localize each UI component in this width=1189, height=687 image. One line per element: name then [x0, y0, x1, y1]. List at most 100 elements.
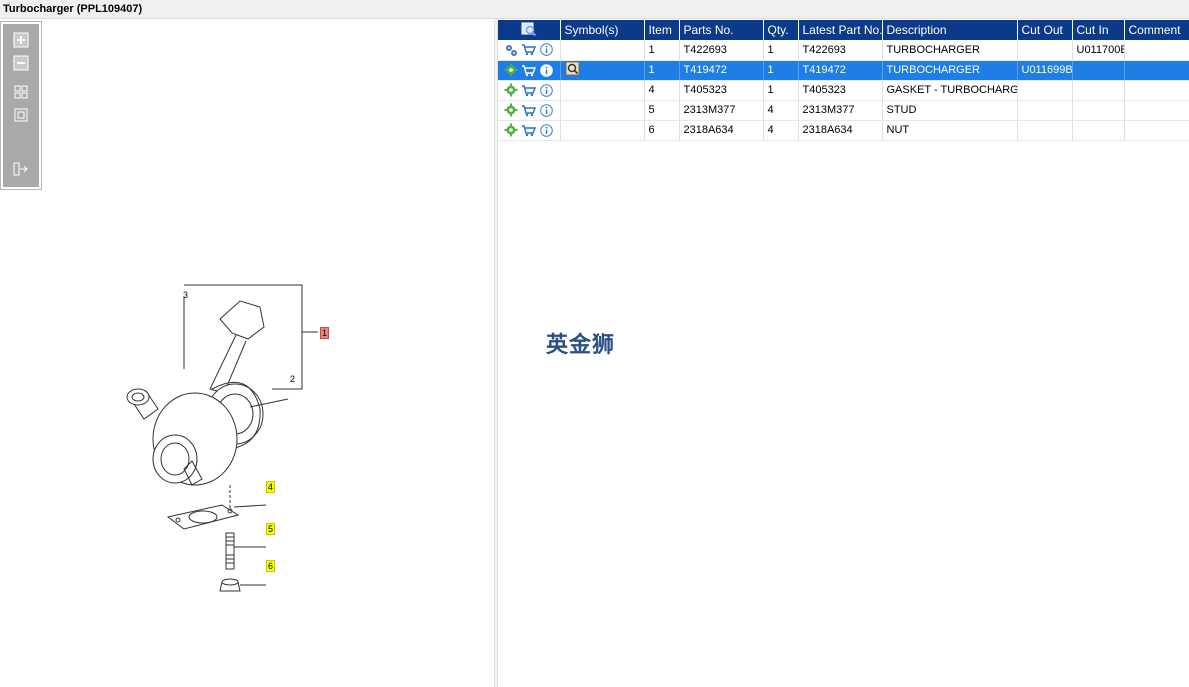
column-qty[interactable]: Qty.: [763, 20, 799, 40]
cell-latest-part-no: 2318A634: [798, 120, 883, 141]
cart-icon[interactable]: [521, 63, 536, 77]
cell-cut-in: U011700E: [1072, 40, 1125, 61]
cell-symbols: [560, 100, 645, 121]
cart-icon[interactable]: [521, 103, 536, 117]
cell-qty: 4: [763, 120, 799, 141]
cell-cut-in: [1072, 120, 1125, 141]
cell-parts-no: 2313M377: [679, 100, 764, 121]
gear-icon[interactable]: [503, 123, 518, 137]
cell-cut-out: [1017, 80, 1073, 101]
fit-window-button[interactable]: [12, 106, 30, 124]
gears-icon[interactable]: [503, 43, 518, 57]
fit-all-button[interactable]: [12, 83, 30, 101]
zoom-out-button[interactable]: [12, 54, 30, 72]
callout-4[interactable]: 4: [266, 481, 276, 493]
cell-description: TURBOCHARGER: [882, 60, 1018, 81]
cell-latest-part-no: T405323: [798, 80, 883, 101]
info-icon[interactable]: [539, 63, 554, 77]
zoom-in-button[interactable]: [12, 31, 30, 49]
cell-item: 1: [644, 60, 680, 81]
table-row[interactable]: 4 T405323 1 T405323 GASKET - TURBOCHARGE…: [498, 80, 1189, 101]
cell-comment: [1124, 80, 1189, 101]
column-parts-no[interactable]: Parts No.: [679, 20, 764, 40]
cell-comment: [1124, 120, 1189, 141]
cell-item: 6: [644, 120, 680, 141]
cell-symbols: [560, 40, 645, 61]
cell-comment: [1124, 100, 1189, 121]
callout-6[interactable]: 6: [266, 560, 276, 572]
view-details-icon: [521, 22, 536, 36]
column-cut-in[interactable]: Cut In: [1072, 20, 1125, 40]
cell-qty: 1: [763, 40, 799, 61]
fit-all-icon: [14, 85, 28, 99]
gear-icon[interactable]: [503, 103, 518, 117]
cell-cut-in: [1072, 100, 1125, 121]
callout-5[interactable]: 5: [266, 523, 276, 535]
callout-3[interactable]: 3: [182, 290, 189, 300]
cell-cut-out: [1017, 40, 1073, 61]
cell-item: 4: [644, 80, 680, 101]
cell-qty: 4: [763, 100, 799, 121]
cart-icon[interactable]: [521, 123, 536, 137]
column-view[interactable]: [498, 20, 561, 40]
window-title: Turbocharger (PPL109407): [0, 0, 1189, 19]
cell-cut-in: [1072, 80, 1125, 101]
cell-description: NUT: [882, 120, 1018, 141]
cell-parts-no: T405323: [679, 80, 764, 101]
cell-description: STUD: [882, 100, 1018, 121]
info-icon[interactable]: [539, 83, 554, 97]
cell-cut-out: [1017, 100, 1073, 121]
column-comment[interactable]: Comment: [1124, 20, 1189, 40]
cell-item: 1: [644, 40, 680, 61]
table-row[interactable]: 5 2313M377 4 2313M377 STUD: [498, 100, 1189, 121]
column-cut-out[interactable]: Cut Out: [1017, 20, 1073, 40]
cell-symbols: [560, 80, 645, 101]
cell-symbols: [560, 120, 645, 141]
cell-parts-no: T422693: [679, 40, 764, 61]
callout-2[interactable]: 2: [289, 374, 296, 384]
table-row-selected[interactable]: 1 T419472 1 T419472 TURBOCHARGER U011699…: [498, 60, 1189, 81]
split-view-button[interactable]: [12, 160, 30, 178]
cell-comment: [1124, 60, 1189, 81]
info-icon[interactable]: [539, 43, 554, 57]
callout-1[interactable]: 1: [320, 327, 330, 339]
parts-pane: Symbol(s) Item Parts No. Qty. Latest Par…: [498, 19, 1189, 687]
gear-icon[interactable]: [503, 83, 518, 97]
drawing-pane[interactable]: 1 2 3 4 5 6: [0, 19, 494, 687]
cart-icon[interactable]: [521, 43, 536, 57]
cell-cut-in: [1072, 60, 1125, 81]
cell-latest-part-no: T422693: [798, 40, 883, 61]
zoom-toolbox: [0, 21, 42, 190]
info-icon[interactable]: [539, 123, 554, 137]
table-row[interactable]: 1 T422693 1 T422693 TURBOCHARGER U011700…: [498, 40, 1189, 61]
zoom-in-icon: [13, 32, 29, 48]
cell-item: 5: [644, 100, 680, 121]
column-latest-part-no[interactable]: Latest Part No.: [798, 20, 883, 40]
fit-window-icon: [14, 108, 28, 122]
table-row[interactable]: 6 2318A634 4 2318A634 NUT: [498, 120, 1189, 141]
column-item[interactable]: Item: [644, 20, 680, 40]
parts-table: Symbol(s) Item Parts No. Qty. Latest Par…: [498, 20, 1189, 141]
cell-description: TURBOCHARGER: [882, 40, 1018, 61]
cell-qty: 1: [763, 80, 799, 101]
zoom-out-icon: [13, 55, 29, 71]
cell-comment: [1124, 40, 1189, 61]
split-view-icon: [13, 162, 28, 176]
cell-description: GASKET - TURBOCHARGER: [882, 80, 1018, 101]
cell-parts-no: T419472: [679, 60, 764, 81]
document-search-icon[interactable]: [565, 61, 581, 76]
cell-cut-out: [1017, 120, 1073, 141]
turbocharger-drawing[interactable]: [100, 279, 340, 599]
cell-qty: 1: [763, 60, 799, 81]
gear-icon[interactable]: [503, 63, 518, 77]
info-icon[interactable]: [539, 103, 554, 117]
column-symbols[interactable]: Symbol(s): [560, 20, 645, 40]
cell-symbols: [560, 60, 645, 81]
cart-icon[interactable]: [521, 83, 536, 97]
column-description[interactable]: Description: [882, 20, 1018, 40]
cell-cut-out: U011699B: [1017, 60, 1073, 81]
cell-latest-part-no: T419472: [798, 60, 883, 81]
cell-latest-part-no: 2313M377: [798, 100, 883, 121]
watermark-logo: 英金狮: [546, 333, 616, 358]
cell-parts-no: 2318A634: [679, 120, 764, 141]
